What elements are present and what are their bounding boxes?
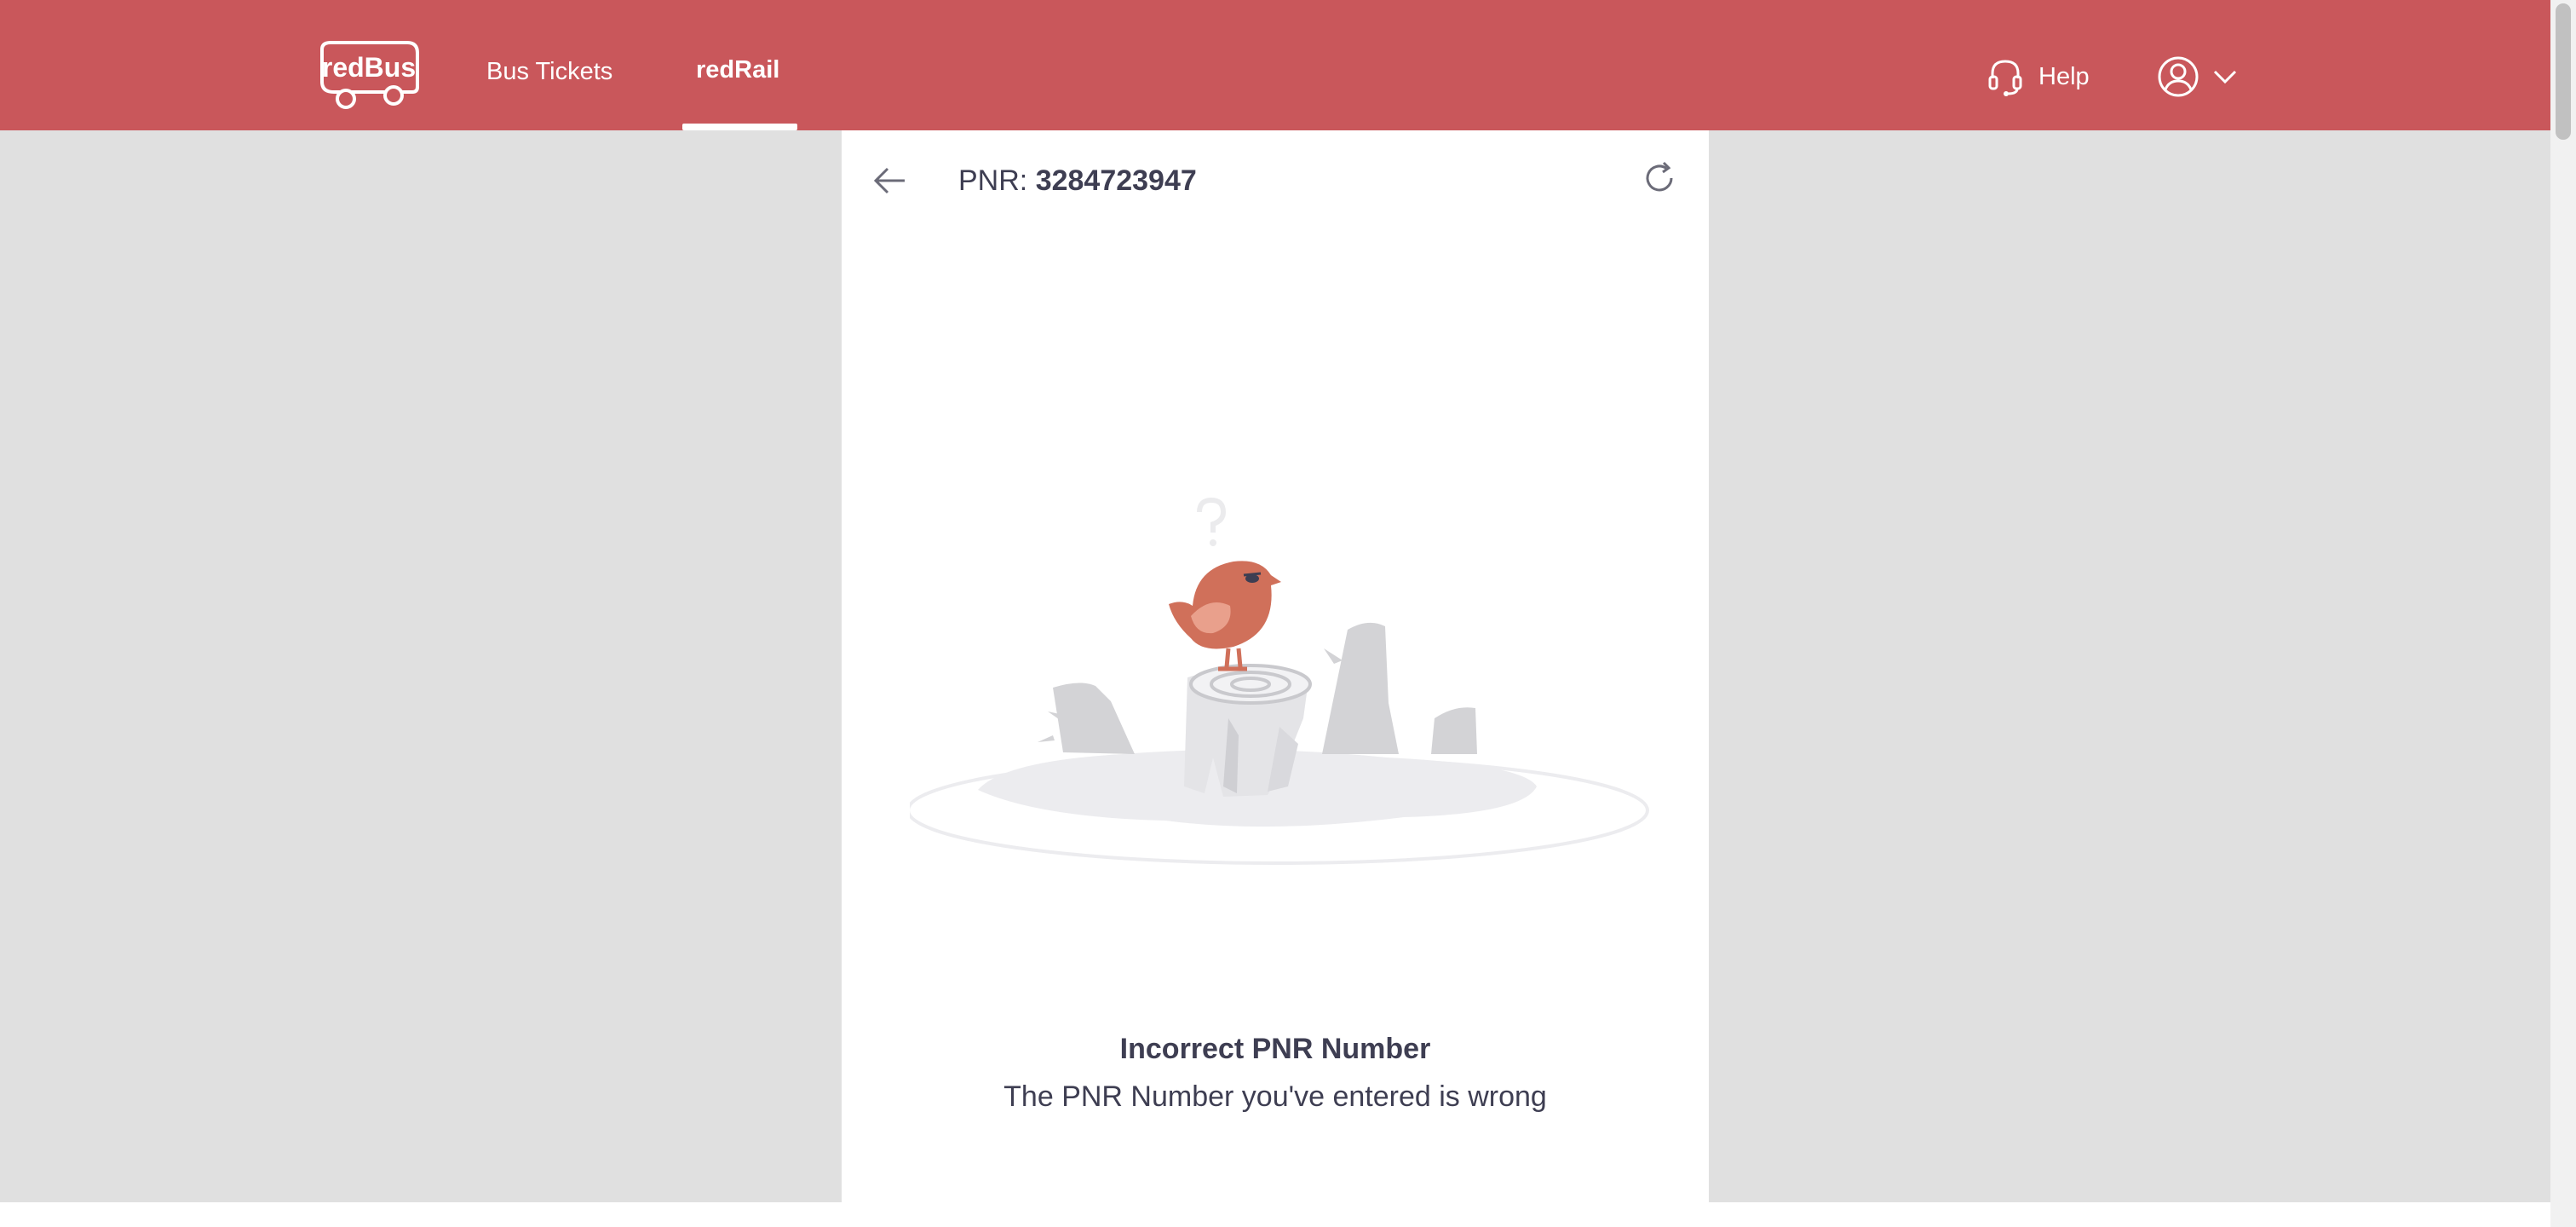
redbus-logo[interactable]: redBus <box>315 39 423 111</box>
error-title: Incorrect PNR Number <box>1119 1033 1431 1065</box>
chevron-down-icon <box>2213 70 2237 84</box>
top-navbar: redBus Bus Tickets redRail Help <box>0 0 2550 130</box>
headset-icon <box>1988 60 2022 96</box>
account-menu[interactable] <box>2157 55 2237 99</box>
user-circle-icon <box>2158 56 2199 97</box>
nav-bus-tickets[interactable]: Bus Tickets <box>486 58 612 86</box>
pnr-prefix: PNR: <box>958 164 1028 197</box>
active-tab-indicator <box>682 124 797 130</box>
help-button[interactable]: Help <box>1987 56 2090 97</box>
bird-on-stump-illustration <box>910 497 1649 865</box>
scrollbar-thumb[interactable] <box>2556 3 2571 140</box>
scrollbar-track[interactable] <box>2550 0 2576 1227</box>
nav-redrail[interactable]: redRail <box>696 56 779 84</box>
arrow-left-icon[interactable] <box>871 161 910 200</box>
help-label: Help <box>2038 62 2090 90</box>
svg-text:redBus: redBus <box>322 52 416 83</box>
refresh-icon[interactable] <box>1641 159 1678 197</box>
pnr-heading: PNR: 3284723947 <box>958 161 1197 200</box>
pnr-status-panel: PNR: 3284723947 Incorrect PNR Number The… <box>842 130 1709 1202</box>
page-footer-strip <box>0 1202 2550 1227</box>
pnr-number: 3284723947 <box>1035 164 1197 197</box>
error-message: The PNR Number you've entered is wrong <box>1003 1080 1547 1113</box>
